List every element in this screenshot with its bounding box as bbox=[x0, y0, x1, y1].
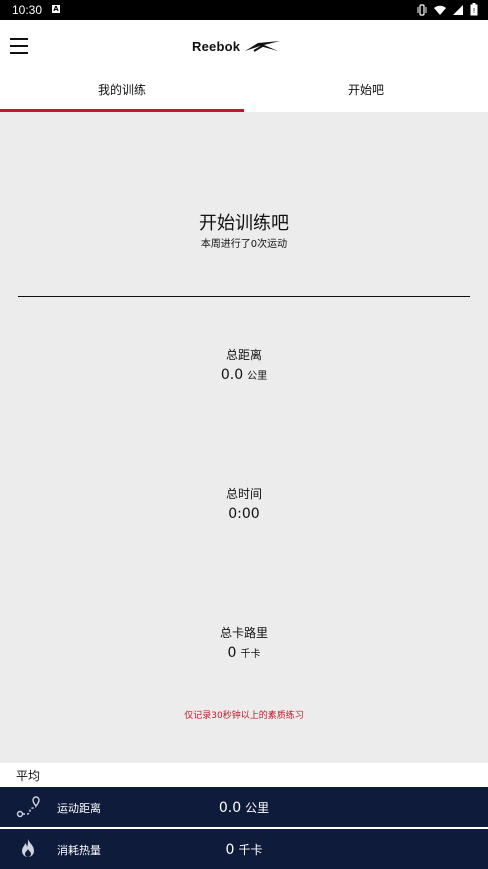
average-unit: 千卡 bbox=[238, 843, 263, 857]
stat-label: 总卡路里 bbox=[219, 626, 268, 640]
total-calories-stat: 总卡路里 0 千卡 bbox=[0, 624, 488, 661]
tab-my-training[interactable]: 我的训练 bbox=[0, 72, 244, 112]
tab-label: 我的训练 bbox=[97, 83, 146, 97]
stat-unit: 千卡 bbox=[240, 649, 261, 660]
app-bar: Reebok bbox=[0, 20, 488, 72]
training-summary-panel: 开始训练吧 本周进行了0次运动 总距离 0.0 公里 总时间 0:00 总卡路里 … bbox=[0, 112, 488, 763]
menu-icon[interactable] bbox=[10, 38, 28, 54]
average-number: 0 bbox=[225, 842, 235, 858]
stat-value: 0.0 公里 bbox=[0, 367, 488, 383]
average-heading: 平均 bbox=[16, 769, 41, 783]
stat-value: 0 千卡 bbox=[0, 645, 488, 661]
summary-subtitle: 本周进行了0次运动 bbox=[200, 239, 288, 250]
svg-text:!: ! bbox=[473, 7, 476, 15]
stat-number: 0.0 bbox=[220, 367, 244, 383]
average-row-value: 0.0 公里 bbox=[0, 799, 488, 816]
battery-icon: ! bbox=[470, 3, 478, 19]
stat-label: 总时间 bbox=[225, 487, 262, 501]
reebok-delta-icon bbox=[245, 41, 281, 52]
tab-label: 开始吧 bbox=[347, 83, 384, 97]
summary-title: 开始训练吧 bbox=[199, 213, 289, 234]
reebok-logo: Reebok bbox=[192, 37, 281, 55]
average-row-value: 0 千卡 bbox=[0, 841, 488, 858]
total-distance-stat: 总距离 0.0 公里 bbox=[0, 346, 488, 383]
signal-icon bbox=[452, 4, 464, 19]
divider bbox=[18, 296, 470, 297]
stat-number: 0:00 bbox=[228, 506, 260, 522]
total-time-stat: 总时间 0:00 bbox=[0, 485, 488, 522]
status-time: 10:30 bbox=[12, 3, 43, 17]
average-unit: 公里 bbox=[245, 801, 270, 815]
vibrate-icon bbox=[416, 3, 428, 19]
status-icons: ! bbox=[416, 3, 478, 19]
tab-get-started[interactable]: 开始吧 bbox=[244, 72, 488, 112]
logo-text: Reebok bbox=[192, 38, 241, 54]
tab-bar: 我的训练 开始吧 bbox=[0, 72, 488, 112]
stat-label: 总距离 bbox=[225, 348, 262, 362]
stat-unit: 公里 bbox=[247, 371, 268, 382]
stat-value: 0:00 bbox=[0, 506, 488, 522]
wifi-icon bbox=[434, 4, 446, 19]
record-note: 仅记录30秒钟以上的素质练习 bbox=[184, 711, 304, 721]
average-number: 0.0 bbox=[218, 800, 242, 816]
a-icon: A bbox=[52, 5, 60, 13]
stat-number: 0 bbox=[227, 645, 237, 661]
status-bar: 10:30 A ! bbox=[0, 0, 488, 20]
average-calories-row: 消耗热量 0 千卡 bbox=[0, 829, 488, 869]
average-distance-row: 运动距离 0.0 公里 bbox=[0, 787, 488, 827]
